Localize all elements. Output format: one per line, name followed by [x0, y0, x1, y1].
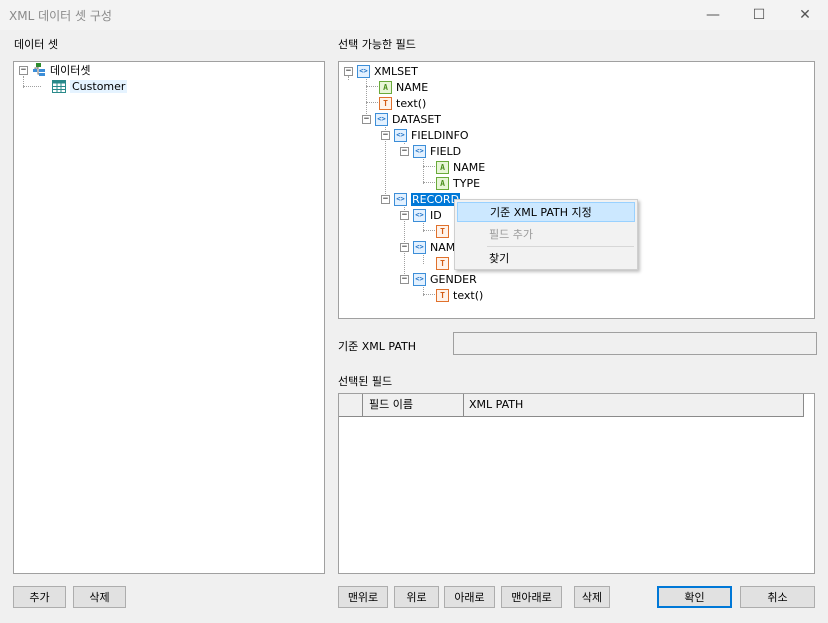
tree-node-gender[interactable]: − <> GENDER: [400, 271, 477, 287]
tree-node-name-attr[interactable]: A NAME: [379, 79, 428, 95]
available-fields-tree[interactable]: − <> XMLSET A NAME T text() − <> DATASET…: [338, 61, 815, 319]
attribute-icon: A: [436, 176, 449, 190]
tree-node-gender-text[interactable]: T text(): [436, 287, 483, 303]
tree-node-name-text[interactable]: T: [436, 255, 453, 271]
tree-node-xmlset[interactable]: − <> XMLSET: [344, 63, 418, 79]
tree-node-name-el[interactable]: − <> NAM: [400, 239, 455, 255]
move-down-button[interactable]: 아래로: [444, 586, 495, 608]
available-fields-header: 선택 가능한 필드: [338, 38, 416, 51]
collapse-icon[interactable]: −: [400, 146, 409, 156]
tree-label: NAM: [430, 240, 456, 254]
text-icon: T: [436, 288, 449, 302]
close-icon: ✕: [799, 7, 811, 23]
collapse-icon[interactable]: −: [362, 114, 371, 124]
move-top-button[interactable]: 맨위로: [338, 586, 388, 608]
attribute-icon: A: [379, 80, 392, 94]
element-icon: <>: [357, 64, 370, 78]
context-menu: 기준 XML PATH 지정 필드 추가 찾기: [454, 199, 638, 270]
grid-header-row: 필드 이름 XML PATH: [339, 394, 804, 417]
delete-dataset-button[interactable]: 삭제: [73, 586, 126, 608]
tree-label: 데이터셋: [50, 64, 91, 77]
element-icon: <>: [413, 208, 426, 222]
menu-separator: [487, 246, 634, 247]
tree-label: NAME: [396, 80, 429, 94]
element-icon: <>: [413, 272, 426, 286]
tree-node-field[interactable]: − <> FIELD: [400, 143, 461, 159]
element-icon: <>: [413, 144, 426, 158]
window-title: XML 데이터 셋 구성: [9, 9, 112, 23]
maximize-icon: ☐: [752, 7, 766, 23]
attribute-icon: A: [436, 160, 449, 174]
text-icon: T: [379, 96, 392, 110]
maximize-button[interactable]: ☐: [736, 0, 782, 30]
menu-item-find[interactable]: 찾기: [457, 248, 635, 268]
xml-path-field[interactable]: [453, 332, 817, 355]
minimize-icon: —: [706, 7, 720, 23]
collapse-icon[interactable]: −: [400, 274, 409, 284]
column-header-xml-path[interactable]: XML PATH: [464, 394, 803, 416]
collapse-icon[interactable]: −: [400, 242, 409, 252]
tree-node-dataset[interactable]: − <> DATASET: [362, 111, 441, 127]
collapse-icon[interactable]: −: [19, 65, 28, 75]
tree-label: DATASET: [392, 112, 441, 126]
ok-button[interactable]: 확인: [657, 586, 732, 608]
element-icon: <>: [413, 240, 426, 254]
table-icon: [52, 79, 66, 93]
selected-fields-grid[interactable]: 필드 이름 XML PATH: [338, 393, 815, 574]
tree-node-field-type[interactable]: A TYPE: [436, 175, 480, 191]
cancel-button[interactable]: 취소: [740, 586, 815, 608]
delete-field-button[interactable]: 삭제: [574, 586, 610, 608]
add-dataset-button[interactable]: 추가: [13, 586, 66, 608]
collapse-icon[interactable]: −: [381, 130, 390, 140]
dataset-root-icon: [32, 63, 46, 77]
tree-node-fieldinfo[interactable]: − <> FIELDINFO: [381, 127, 469, 143]
menu-item-add-field[interactable]: 필드 추가: [457, 224, 635, 244]
selected-fields-header: 선택된 필드: [338, 375, 393, 388]
menu-item-set-xml-path[interactable]: 기준 XML PATH 지정: [457, 202, 635, 222]
tree-label: text(): [396, 96, 427, 110]
text-icon: T: [436, 224, 449, 238]
tree-label: ID: [430, 208, 442, 222]
element-icon: <>: [375, 112, 388, 126]
move-up-button[interactable]: 위로: [394, 586, 439, 608]
tree-label: XMLSET: [374, 64, 418, 78]
tree-label: text(): [453, 288, 484, 302]
dataset-tree[interactable]: − 데이터셋 Customer: [13, 61, 325, 574]
tree-label-selected: RECORD: [411, 192, 461, 206]
tree-node-id[interactable]: − <> ID: [400, 207, 442, 223]
tree-node-id-text[interactable]: T: [436, 223, 453, 239]
collapse-icon[interactable]: −: [344, 66, 353, 76]
xml-path-label: 기준 XML PATH: [338, 340, 416, 353]
tree-label: TYPE: [453, 176, 481, 190]
tree-node-record[interactable]: − <> RECORD: [381, 191, 461, 207]
minimize-button[interactable]: —: [690, 0, 736, 30]
tree-node-customer[interactable]: Customer: [52, 78, 128, 94]
dataset-header: 데이터 셋: [14, 38, 58, 51]
grid-row-header-corner: [339, 394, 363, 416]
tree-label: FIELD: [430, 144, 462, 158]
tree-label: NAME: [453, 160, 486, 174]
element-icon: <>: [394, 192, 407, 206]
tree-label: Customer: [70, 79, 128, 93]
tree-label: GENDER: [430, 272, 477, 286]
title-bar: XML 데이터 셋 구성 — ☐ ✕: [0, 0, 828, 30]
collapse-icon[interactable]: −: [381, 194, 390, 204]
element-icon: <>: [394, 128, 407, 142]
collapse-icon[interactable]: −: [400, 210, 409, 220]
tree-node-field-name[interactable]: A NAME: [436, 159, 485, 175]
move-bottom-button[interactable]: 맨아래로: [501, 586, 562, 608]
tree-label: FIELDINFO: [411, 128, 469, 142]
close-button[interactable]: ✕: [782, 0, 828, 30]
column-header-field-name[interactable]: 필드 이름: [363, 394, 464, 416]
text-icon: T: [436, 256, 449, 270]
tree-node-text[interactable]: T text(): [379, 95, 426, 111]
tree-node-dataset[interactable]: − 데이터셋: [19, 62, 90, 78]
